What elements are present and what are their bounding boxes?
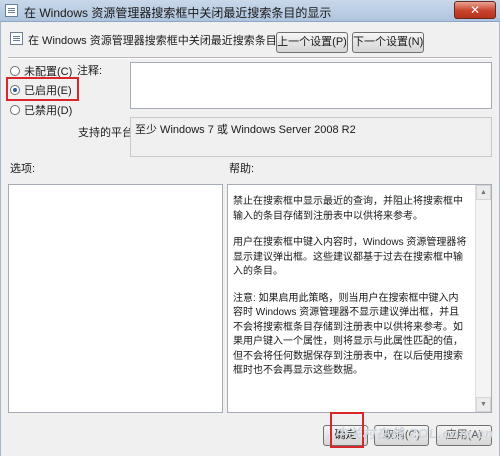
setting-title: 在 Windows 资源管理器搜索框中关闭最近搜索条目的显示	[28, 35, 310, 47]
window-title: 在 Windows 资源管理器搜索框中关闭最近搜索条目的显示	[24, 6, 332, 20]
enabled-highlight-box	[6, 77, 79, 101]
help-panel[interactable]: 禁止在搜索框中显示最近的查询，并阻止将搜索框中输入的条目存储到注册表中以供将来参…	[227, 184, 492, 413]
watermark-logo: 中关村在线 ZOL.com.cn	[334, 426, 494, 441]
header-divider	[8, 57, 492, 59]
supported-on-value: 至少 Windows 7 或 Windows Server 2008 R2	[135, 124, 356, 136]
help-scrollbar[interactable]: ▲ ▼	[475, 185, 491, 412]
scroll-up-arrow-icon[interactable]: ▲	[476, 185, 491, 200]
options-label: 选项:	[10, 163, 36, 175]
scroll-down-arrow-icon[interactable]: ▼	[476, 397, 491, 412]
help-paragraph: 注意: 如果启用此策略，则当用户在搜索框中键入内容时 Windows 资源管理器…	[233, 292, 463, 377]
close-button[interactable]: ✕	[454, 1, 496, 19]
radio-circle[interactable]	[10, 105, 20, 115]
help-paragraph: 用户在搜索框中键入内容时，Windows 资源管理器将显示建议弹出框。这些建议都…	[233, 237, 467, 277]
setting-icon	[10, 32, 23, 45]
policy-icon	[5, 4, 18, 17]
comment-label: 注释:	[77, 65, 103, 77]
radio-circle[interactable]	[10, 66, 20, 76]
title-bar: 在 Windows 资源管理器搜索框中关闭最近搜索条目的显示 ✕	[0, 0, 500, 22]
help-label: 帮助:	[229, 163, 255, 175]
help-paragraph: 禁止在搜索框中显示最近的查询，并阻止将搜索框中输入的条目存储到注册表中以供将来参…	[233, 196, 463, 222]
comment-textarea[interactable]	[130, 62, 492, 109]
radio-disabled[interactable]: 已禁用(D)	[10, 102, 72, 118]
next-setting-button[interactable]: 下一个设置(N)	[352, 32, 424, 53]
previous-setting-button[interactable]: 上一个设置(P)	[276, 32, 348, 53]
supported-on-label: 支持的平台:	[78, 127, 137, 139]
supported-on-field: 至少 Windows 7 或 Windows Server 2008 R2	[130, 117, 492, 157]
options-panel	[8, 184, 223, 413]
